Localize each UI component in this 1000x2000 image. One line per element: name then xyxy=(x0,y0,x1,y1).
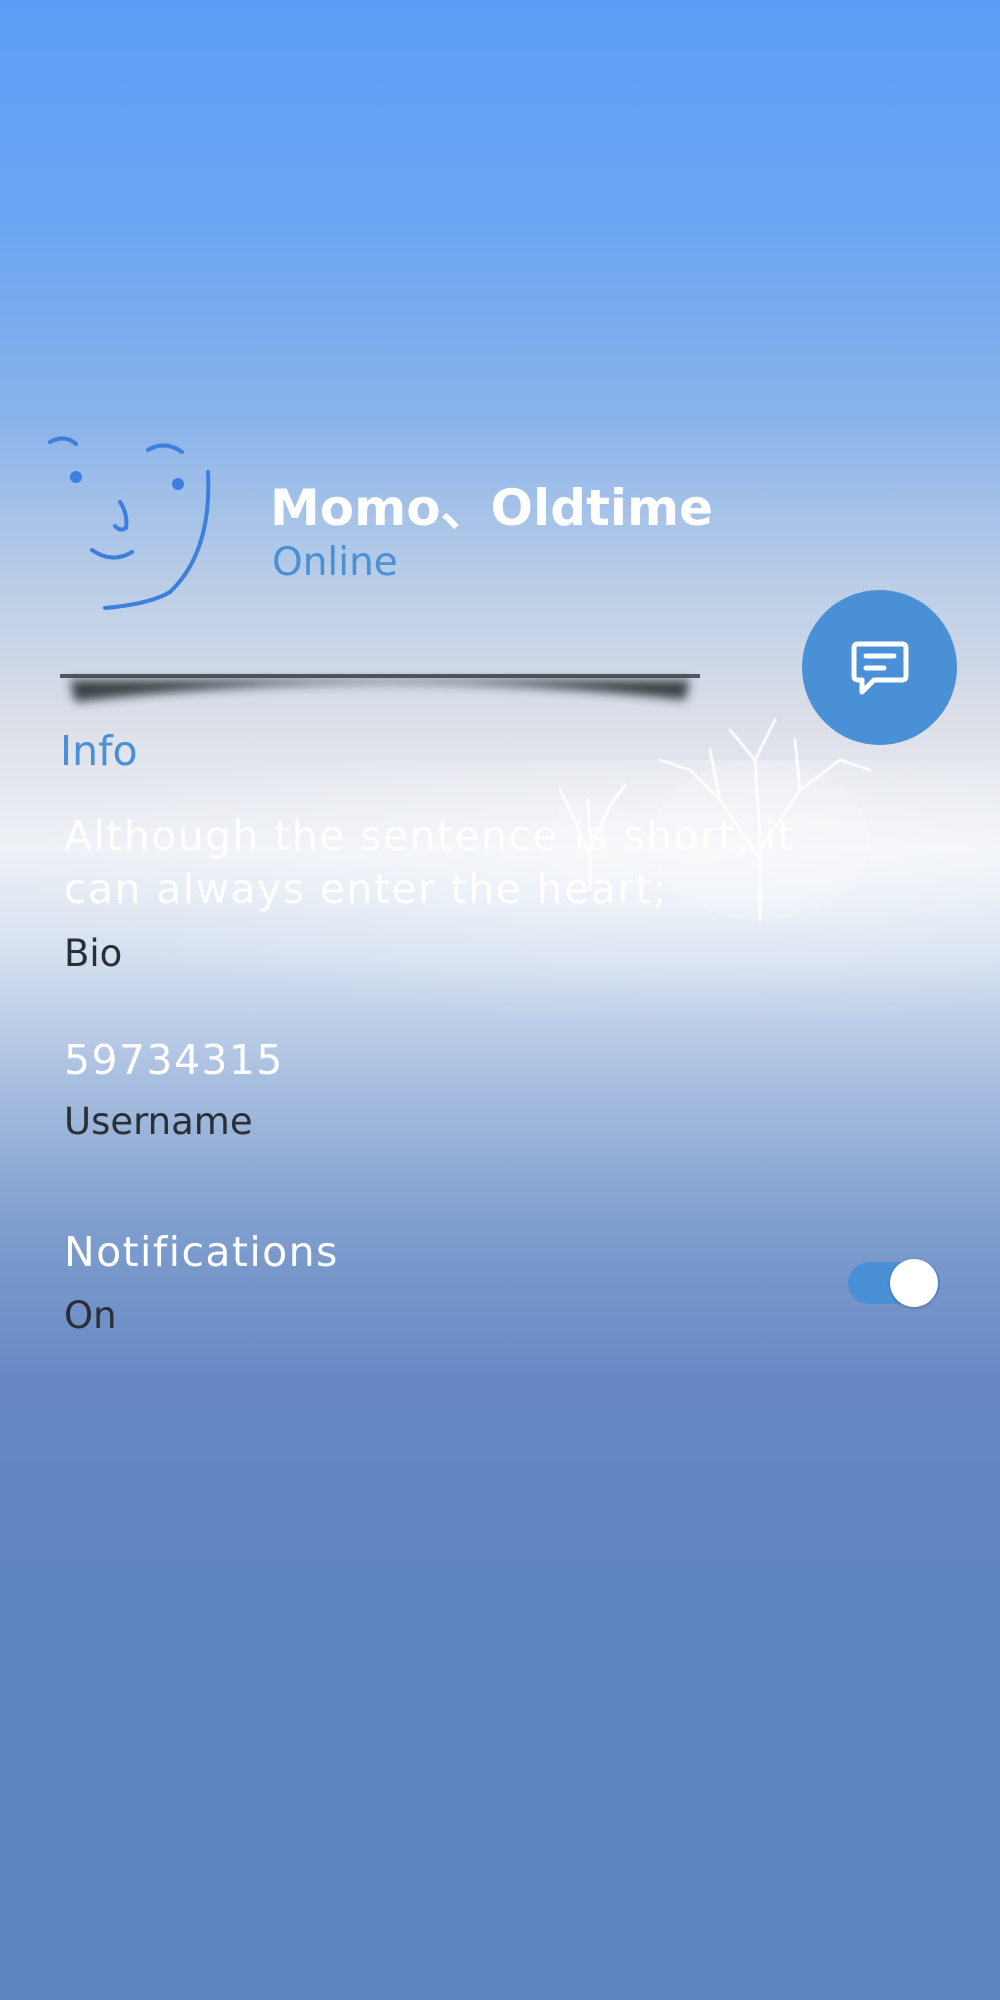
info-section-header: Info xyxy=(60,727,138,775)
chat-bubble-icon xyxy=(851,641,908,694)
avatar[interactable] xyxy=(40,432,220,622)
toggle-knob xyxy=(890,1259,938,1307)
header-divider-shadow xyxy=(60,674,700,702)
profile-status: Online xyxy=(272,540,398,585)
bio-value: Although the sentence is short, it can a… xyxy=(64,812,795,913)
username-label: Username xyxy=(64,1100,253,1143)
bio-label: Bio xyxy=(64,932,123,975)
chat-button[interactable] xyxy=(802,590,957,745)
username-value: 59734315 xyxy=(64,1036,284,1084)
profile-name: Momo、Oldtime xyxy=(270,479,714,537)
notifications-toggle[interactable] xyxy=(848,1259,940,1307)
notifications-title: Notifications xyxy=(64,1228,339,1276)
notifications-state: On xyxy=(64,1294,117,1337)
